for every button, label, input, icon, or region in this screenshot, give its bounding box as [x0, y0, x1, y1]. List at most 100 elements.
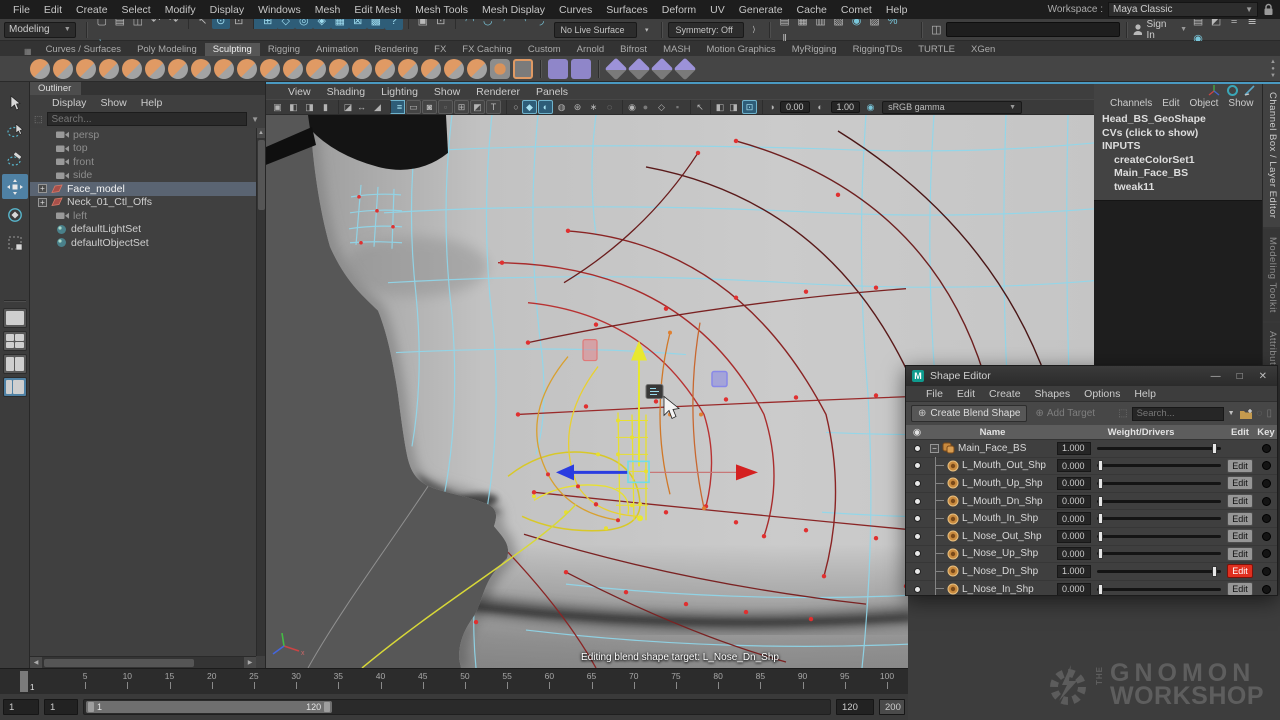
axis-tripod-icon[interactable] [1208, 85, 1221, 96]
blendshape-target-icon[interactable] [628, 57, 651, 80]
name-column-header[interactable]: Name [928, 427, 1057, 438]
shelf-tab[interactable]: FX [426, 43, 454, 56]
target-visibility-dot[interactable] [914, 568, 921, 575]
outliner-item[interactable]: top [30, 142, 265, 156]
imprint-brush-icon[interactable] [237, 59, 257, 79]
menu-item[interactable]: Cache [790, 4, 834, 16]
gamma-icon[interactable]: ◐ [813, 100, 828, 114]
fog-icon[interactable]: ◌ [602, 100, 617, 114]
channel-box-row[interactable]: createColorSet1 [1102, 154, 1262, 168]
freeze-brush-icon[interactable] [421, 59, 441, 79]
show-manipulators-icon[interactable]: ◫ [928, 21, 945, 39]
menu-item[interactable]: Help [879, 4, 915, 16]
outliner-item[interactable]: defaultLightSet [30, 223, 265, 237]
menu-item[interactable]: Curves [552, 4, 599, 16]
lock-icon[interactable] [1263, 3, 1274, 16]
textured-shade-icon[interactable]: ◙ [422, 100, 437, 114]
sculpt-brush-icon[interactable] [30, 59, 50, 79]
flatten-brush-icon[interactable] [145, 59, 165, 79]
shelf-scroll-arrows[interactable]: ▲●▼ [1270, 59, 1276, 79]
edit-target-button[interactable]: Edit [1227, 494, 1253, 508]
edit-target-button[interactable]: Edit [1227, 476, 1253, 490]
weight-column-header[interactable]: Weight/Drivers [1057, 427, 1225, 438]
anim-start-field[interactable]: 1 [3, 699, 39, 715]
fill-brush-icon[interactable] [306, 59, 326, 79]
default-light-icon[interactable]: ◉ [622, 100, 637, 114]
maximize-button[interactable]: □ [1237, 371, 1243, 382]
shape-editor-menu-item[interactable]: Help [1127, 388, 1163, 400]
weight-value-field[interactable]: 1.000 [1057, 565, 1091, 578]
outliner-tab[interactable]: Outliner [30, 82, 81, 95]
channel-box-row[interactable]: tweak11 [1102, 181, 1262, 195]
key-indicator[interactable] [1262, 585, 1271, 594]
menu-item[interactable]: Mesh Display [475, 4, 552, 16]
lasso-select-tool[interactable] [2, 118, 28, 143]
outliner-item[interactable]: + Face_model [30, 182, 265, 196]
scroll-left-icon[interactable]: ◀ [30, 657, 42, 669]
menu-item[interactable]: Select [115, 4, 158, 16]
workspace-dropdown[interactable]: Maya Classic ▼ [1108, 2, 1258, 17]
key-indicator[interactable] [1262, 479, 1271, 488]
menu-item[interactable]: Generate [732, 4, 790, 16]
sculpt-panel-icon[interactable] [513, 59, 533, 79]
channel-box-row[interactable]: Head_BS_GeoShape [1102, 113, 1262, 127]
channel-box-menu-item[interactable]: Object [1185, 98, 1224, 109]
viewport-menu-item[interactable]: Lighting [373, 86, 426, 98]
shape-editor-menu-item[interactable]: Edit [950, 388, 982, 400]
plugin-shape-icon[interactable]: ▪ [670, 100, 685, 114]
lock-camera-icon[interactable]: ◧ [286, 100, 301, 114]
shape-editor-menu-item[interactable]: File [919, 388, 950, 400]
menu-item[interactable]: Deform [655, 4, 703, 16]
target-visibility-dot[interactable] [914, 515, 921, 522]
playback-start-field[interactable]: 1 [44, 699, 78, 715]
time-slider[interactable]: 1 51015202530354045505560657075808590951… [0, 668, 908, 694]
viewport-menu-item[interactable]: Renderer [468, 86, 528, 98]
wireframe-icon[interactable]: ⊞ [454, 100, 469, 114]
shade-half-icon[interactable]: ◐ [538, 100, 553, 114]
menu-item[interactable]: Create [69, 4, 115, 16]
uv-brush-icon[interactable] [548, 59, 568, 79]
add-target-button[interactable]: ⊕ Add Target [1031, 408, 1099, 419]
edit-target-button[interactable]: Edit [1227, 459, 1253, 473]
menu-item[interactable]: Modify [158, 4, 203, 16]
shelf-tab[interactable]: MyRigging [784, 43, 845, 56]
weight-value-field[interactable]: 0.000 [1057, 477, 1091, 490]
scale-tool[interactable] [2, 230, 28, 255]
blendshape-icon[interactable] [605, 57, 628, 80]
paint-select-tool[interactable] [2, 146, 28, 171]
screen-ao-icon[interactable]: ⊛ [570, 100, 585, 114]
menu-item[interactable]: Edit Mesh [347, 4, 408, 16]
2d-pan-zoom-icon[interactable]: ↔ [354, 100, 369, 114]
live-surface-dropdown-icon[interactable]: ▾ [638, 21, 655, 39]
menu-item[interactable]: Surfaces [599, 4, 654, 16]
repeat-brush-icon[interactable] [214, 59, 234, 79]
viewport-menu-item[interactable]: Show [426, 86, 468, 98]
shape-editor-row[interactable]: L_Mouth_Up_Shp 0.000 Edit [906, 475, 1277, 493]
grease-pencil-icon[interactable]: ◢ [370, 100, 385, 114]
weight-value-field[interactable]: 0.000 [1057, 583, 1091, 595]
weight-slider[interactable] [1097, 535, 1221, 538]
uv-pose-icon[interactable] [571, 59, 591, 79]
image-plane-icon[interactable]: ◪ [338, 100, 353, 114]
menu-item[interactable]: Mesh Tools [408, 4, 475, 16]
shelf-tab[interactable]: Custom [520, 43, 569, 56]
edit-target-button[interactable]: Edit [1227, 547, 1253, 561]
range-end-handle[interactable] [324, 702, 330, 712]
filter-icon[interactable]: ⬚ [34, 114, 43, 125]
new-group-icon[interactable] [1239, 408, 1253, 420]
pinch-brush-icon[interactable] [122, 59, 142, 79]
single-pane-layout-button[interactable] [3, 308, 27, 328]
channel-box-menu-item[interactable]: Edit [1157, 98, 1184, 109]
delete-icon[interactable]: ▯ [1266, 408, 1272, 419]
weight-slider[interactable] [1097, 500, 1221, 503]
shape-editor-row[interactable]: L_Nose_Out_Shp 0.000 Edit [906, 528, 1277, 546]
vertex-selection-handle[interactable] [712, 372, 727, 387]
menu-item[interactable]: UV [703, 4, 732, 16]
shelf-tab[interactable]: Rendering [366, 43, 426, 56]
weight-slider[interactable] [1097, 552, 1221, 555]
scroll-right-icon[interactable]: ▶ [244, 657, 256, 669]
menu-item[interactable]: Comet [834, 4, 879, 16]
shade-cube-icon[interactable]: ◆ [522, 100, 537, 114]
select-camera-icon[interactable]: ▣ [270, 100, 285, 114]
gpu-cache-icon[interactable]: ◇ [654, 100, 669, 114]
